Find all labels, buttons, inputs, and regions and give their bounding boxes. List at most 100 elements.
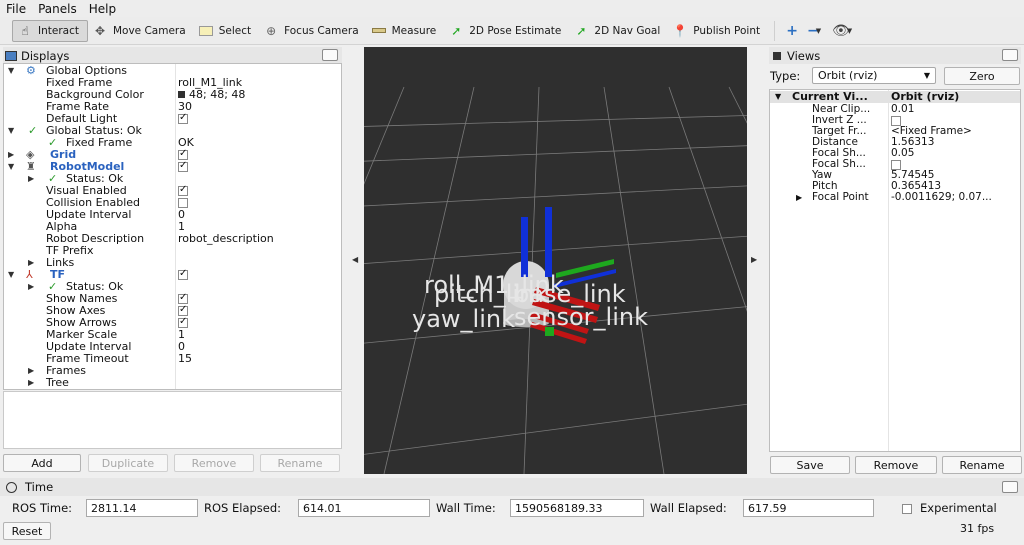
- zero-view-button[interactable]: Zero: [944, 67, 1020, 85]
- remove-tool-button[interactable]: − ▼: [803, 20, 825, 42]
- tree-row-tree[interactable]: ▶ Tree: [4, 377, 341, 389]
- menu-bar: File Panels Help: [0, 0, 1024, 17]
- time-panel-title: Time: [0, 478, 1024, 496]
- duplicate-display-button[interactable]: Duplicate: [88, 454, 168, 472]
- tf-checkbox[interactable]: [178, 268, 188, 280]
- views-float-button[interactable]: [1002, 49, 1018, 61]
- pose-estimate-label: 2D Pose Estimate: [469, 24, 562, 37]
- view-type-value: Orbit (rviz): [818, 69, 878, 82]
- views-property-tree: ▼ Current Vi... Orbit (rviz) Near Clip..…: [769, 89, 1021, 452]
- remove-display-button[interactable]: Remove: [174, 454, 254, 472]
- select-box-icon: [198, 24, 214, 38]
- select-label: Select: [218, 24, 252, 37]
- row-key: Focal Point: [812, 191, 869, 203]
- ruler-icon: [371, 24, 387, 38]
- show-arrows-checkbox[interactable]: [178, 316, 188, 328]
- 3d-viewport[interactable]: roll_M1_link pitch_link yaw_link base_li…: [364, 47, 747, 474]
- experimental-checkbox[interactable]: [902, 504, 912, 514]
- expand-arrow-icon[interactable]: ▼: [775, 91, 781, 103]
- frame-timeout-value[interactable]: 15: [178, 353, 192, 365]
- expand-arrow-icon[interactable]: ▼: [8, 269, 14, 281]
- scene-canvas[interactable]: roll_M1_link pitch_link yaw_link base_li…: [364, 47, 747, 474]
- grid-checkbox[interactable]: [178, 148, 188, 160]
- default-light-checkbox[interactable]: [178, 112, 188, 124]
- collision-enabled-checkbox[interactable]: [178, 198, 188, 208]
- ros-elapsed-field[interactable]: 614.01: [298, 499, 430, 517]
- add-display-button[interactable]: Add: [3, 454, 81, 472]
- publish-point-tool-button[interactable]: 📍 Publish Point: [668, 20, 768, 42]
- collapse-arrow-icon[interactable]: ▶: [28, 173, 34, 185]
- monitor-icon: [5, 50, 17, 61]
- pose-estimate-tool-button[interactable]: ➚ 2D Pose Estimate: [444, 20, 569, 42]
- robot-model-checkbox[interactable]: [178, 160, 188, 172]
- expand-arrow-icon[interactable]: ▼: [8, 161, 14, 173]
- move-arrows-icon: ✥: [94, 23, 106, 38]
- rename-display-button[interactable]: Rename: [260, 454, 340, 472]
- nav-goal-tool-button[interactable]: ➚ 2D Nav Goal: [569, 20, 668, 42]
- robot-description-value[interactable]: robot_description: [178, 233, 274, 245]
- gear-icon: ⚙: [26, 64, 36, 77]
- interact-tool-button[interactable]: ☝ Interact: [12, 19, 88, 42]
- focus-target-icon: ⊕: [266, 23, 277, 38]
- experimental-label: Experimental: [920, 501, 997, 515]
- focal-shape-size-value[interactable]: 0.05: [891, 148, 914, 159]
- frame-label: sensor_link: [514, 303, 648, 331]
- rename-view-button[interactable]: Rename: [942, 456, 1022, 474]
- time-float-button[interactable]: [1002, 481, 1018, 493]
- focus-camera-label: Focus Camera: [284, 24, 359, 37]
- show-names-checkbox[interactable]: [178, 292, 188, 304]
- current-view-name: Current Vi...: [792, 90, 868, 103]
- menu-help[interactable]: Help: [89, 2, 116, 16]
- ros-time-field[interactable]: 2811.14: [86, 499, 198, 517]
- select-tool-button[interactable]: Select: [194, 20, 259, 42]
- publish-point-label: Publish Point: [693, 24, 761, 37]
- reset-button[interactable]: Reset: [3, 522, 51, 540]
- view-type-select[interactable]: Orbit (rviz) ▼: [812, 67, 936, 84]
- collapse-arrow-icon[interactable]: ▶: [28, 377, 34, 389]
- clock-icon: [6, 481, 17, 493]
- add-tool-button[interactable]: +: [781, 20, 803, 42]
- view-row-near-clip[interactable]: Near Clip... 0.01: [770, 104, 1020, 115]
- view-type-label: Type:: [770, 69, 801, 83]
- wall-time-field[interactable]: 1590568189.33: [510, 499, 644, 517]
- view-toggle-button[interactable]: 👁 ▼: [831, 20, 853, 42]
- hand-pointer-icon: ☝: [21, 23, 29, 38]
- displays-panel-title: Displays: [3, 47, 342, 64]
- menu-panels[interactable]: Panels: [38, 2, 77, 16]
- measure-tool-button[interactable]: Measure: [367, 20, 445, 42]
- menu-file[interactable]: File: [6, 2, 26, 16]
- collapse-right-icon[interactable]: ▶: [751, 255, 757, 264]
- chevron-down-icon: ▼: [846, 26, 853, 35]
- focal-point-value[interactable]: -0.0011629; 0.07...: [891, 192, 992, 203]
- color-swatch: [178, 91, 185, 98]
- tf-axes-icon: ⅄: [26, 268, 33, 281]
- focus-camera-tool-button[interactable]: ⊕ Focus Camera: [259, 20, 367, 42]
- show-axes-checkbox[interactable]: [178, 304, 188, 316]
- collapse-arrow-icon[interactable]: ▶: [28, 365, 34, 377]
- remove-view-button[interactable]: Remove: [855, 456, 937, 474]
- expand-arrow-icon[interactable]: ▼: [8, 125, 14, 137]
- green-arrow-icon: ➚: [576, 23, 587, 38]
- near-clip-value[interactable]: 0.01: [891, 104, 914, 115]
- save-view-button[interactable]: Save: [770, 456, 850, 474]
- view-row-focal-shape-size[interactable]: Focal Sh... 0.05: [770, 148, 1020, 159]
- map-pin-icon: 📍: [672, 23, 688, 38]
- wall-elapsed-field[interactable]: 617.59: [743, 499, 874, 517]
- collapse-left-icon[interactable]: ◀: [352, 255, 358, 264]
- views-title: Views: [787, 48, 821, 63]
- move-camera-tool-button[interactable]: ✥ Move Camera: [88, 20, 194, 42]
- collapse-arrow-icon[interactable]: ▶: [796, 192, 802, 203]
- view-row-focal-point[interactable]: ▶ Focal Point -0.0011629; 0.07...: [770, 192, 1020, 203]
- current-view-header[interactable]: ▼ Current Vi... Orbit (rviz): [770, 91, 1020, 103]
- plus-icon: +: [786, 22, 798, 39]
- collapse-arrow-icon[interactable]: ▶: [28, 281, 34, 293]
- robot-icon: ♜: [26, 160, 36, 173]
- expand-arrow-icon[interactable]: ▼: [8, 65, 14, 77]
- check-icon: ✓: [28, 124, 38, 137]
- measure-label: Measure: [391, 24, 437, 37]
- background-color-text: 48; 48; 48: [189, 88, 246, 101]
- displays-float-button[interactable]: [322, 49, 338, 61]
- collapse-arrow-icon[interactable]: ▶: [8, 149, 14, 161]
- row-label: Tree: [46, 376, 69, 389]
- visual-enabled-checkbox[interactable]: [178, 184, 188, 196]
